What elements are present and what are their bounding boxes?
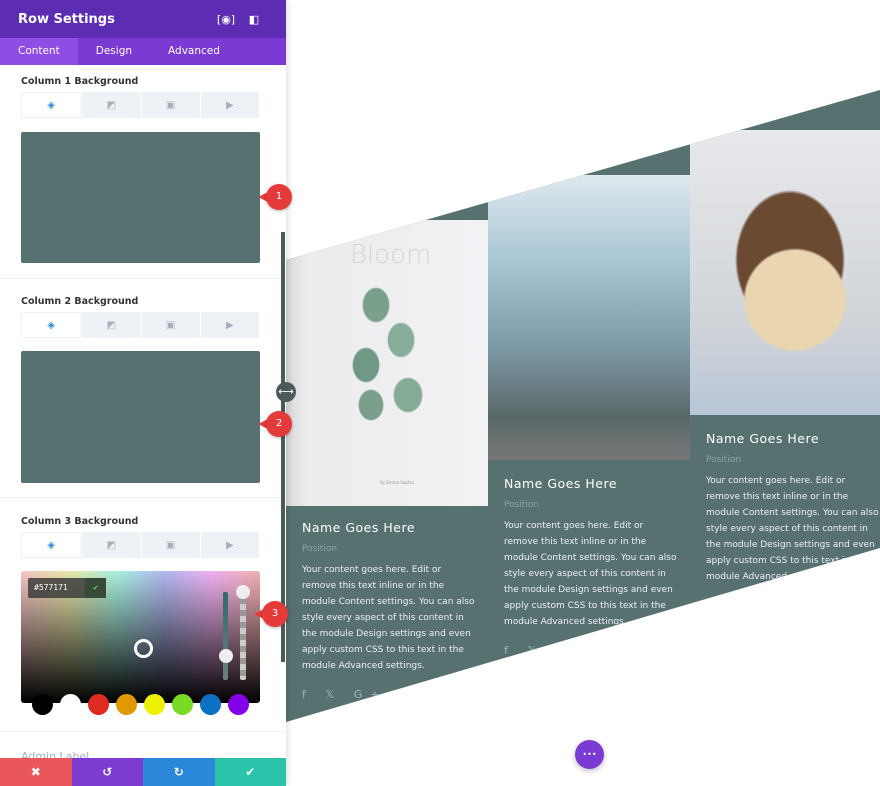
callout-marker-2: 2 (258, 411, 292, 437)
member-name: Name Goes Here (706, 431, 820, 446)
footer-bar: ✖ ↺ ↻ ✔ (0, 758, 286, 786)
color-swatch[interactable] (200, 694, 221, 715)
color-swatch[interactable] (144, 694, 165, 715)
video-icon[interactable]: ▶ (200, 312, 259, 338)
save-button[interactable]: ✔ (214, 758, 286, 786)
hue-slider[interactable] (223, 592, 228, 680)
social-icons[interactable]: f 𝕏 G+ in (302, 688, 477, 701)
settings-tabs: Content Design Advanced (0, 38, 286, 65)
video-icon[interactable]: ▶ (200, 92, 259, 118)
redo-button[interactable]: ↻ (143, 758, 215, 786)
social-icons[interactable]: f 𝕏 G+ in (504, 644, 679, 657)
bloom-title: Bloom (350, 240, 432, 270)
panel-header: Row Settings [◉] ◧ (0, 0, 286, 38)
section-label: Column 2 Background (21, 296, 139, 307)
divider (0, 731, 286, 732)
member-position: Position (706, 455, 742, 465)
panel-scrollbar[interactable] (281, 232, 285, 662)
callout-marker-1: 1 (258, 184, 292, 210)
image-icon[interactable]: ▣ (141, 92, 200, 118)
color-swatch[interactable] (228, 694, 249, 715)
page-canvas: Bloom By Emma Sophia Name Goes Here Posi… (286, 0, 880, 786)
color-icon[interactable]: ◈ (21, 92, 82, 118)
gradient-icon[interactable]: ◩ (82, 312, 141, 338)
column-1-color-preview[interactable] (21, 132, 260, 263)
color-picker[interactable]: #577171 ✔ (21, 571, 260, 703)
undo-button[interactable]: ↺ (71, 758, 143, 786)
column-3-background: Column 3 Background ◈ ◩ ▣ ▶ (21, 516, 260, 558)
panel-title: Row Settings (18, 11, 115, 27)
woman-with-hat-image (690, 130, 880, 415)
color-icon[interactable]: ◈ (21, 312, 82, 338)
hex-input[interactable]: #577171 ✔ (28, 578, 106, 598)
opacity-slider[interactable] (240, 592, 246, 680)
divider (0, 497, 286, 498)
member-bio: Your content goes here. Edit or remove t… (302, 565, 475, 671)
color-swatch[interactable] (172, 694, 193, 715)
cancel-button[interactable]: ✖ (0, 758, 72, 786)
video-icon[interactable]: ▶ (200, 532, 259, 558)
member-position: Position (302, 544, 338, 554)
eucalyptus-leaves (346, 285, 426, 455)
member-bio: Your content goes here. Edit or remove t… (504, 521, 677, 627)
hue-slider-handle[interactable] (219, 649, 233, 663)
section-label: Column 1 Background (21, 76, 139, 87)
divider (0, 278, 286, 279)
team-member-card: Name Goes Here Position Your content goe… (302, 520, 477, 701)
team-member-card: Name Goes Here Position Your content goe… (706, 431, 880, 585)
member-position: Position (504, 500, 540, 510)
color-icon[interactable]: ◈ (21, 532, 82, 558)
color-swatch[interactable] (60, 694, 81, 715)
row-settings-panel: Row Settings [◉] ◧ Content Design Advanc… (0, 0, 286, 786)
callout-marker-3: 3 (254, 601, 288, 627)
section-label: Column 3 Background (21, 516, 139, 527)
gradient-icon[interactable]: ◩ (82, 532, 141, 558)
team-member-card: Name Goes Here Position Your content goe… (504, 476, 679, 657)
bloom-book-image: Bloom By Emma Sophia (286, 220, 488, 506)
skewed-row-section: Bloom By Emma Sophia Name Goes Here Posi… (286, 90, 880, 722)
more-options-button[interactable]: ••• (575, 740, 604, 769)
color-swatch[interactable] (32, 694, 53, 715)
column-1-background: Column 1 Background ◈ ◩ ▣ ▶ (21, 76, 260, 118)
image-icon[interactable]: ▣ (141, 312, 200, 338)
member-name: Name Goes Here (504, 476, 618, 491)
picker-handle[interactable] (134, 639, 153, 658)
gradient-icon[interactable]: ◩ (82, 92, 141, 118)
sidebar-toggle-icon[interactable]: ◧ (240, 13, 268, 26)
check-icon[interactable]: ✔ (85, 578, 106, 598)
color-swatch[interactable] (116, 694, 137, 715)
resize-handle[interactable]: ⟷ (276, 382, 296, 402)
member-name: Name Goes Here (302, 520, 416, 535)
column-2-color-preview[interactable] (21, 351, 260, 483)
member-bio: Your content goes here. Edit or remove t… (706, 476, 879, 582)
tab-advanced[interactable]: Advanced (150, 38, 238, 65)
bloom-caption: By Emma Sophia (380, 480, 415, 485)
color-swatch[interactable] (88, 694, 109, 715)
city-street-image (488, 175, 690, 460)
tab-design[interactable]: Design (78, 38, 150, 65)
opacity-slider-handle[interactable] (236, 585, 250, 599)
fullscreen-icon[interactable]: [◉] (212, 13, 240, 26)
image-icon[interactable]: ▣ (141, 532, 200, 558)
tab-content[interactable]: Content (0, 38, 78, 65)
column-2-background: Column 2 Background ◈ ◩ ▣ ▶ (21, 296, 260, 338)
